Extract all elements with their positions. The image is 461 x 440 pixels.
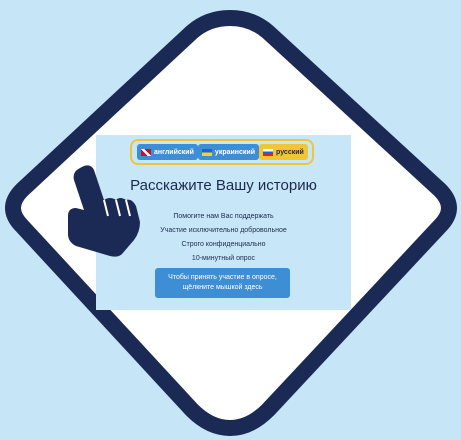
cta-line-2: щёлкните мышкой здесь: [182, 284, 263, 291]
ukraine-flag-icon: [201, 148, 212, 156]
language-selector: английский украинский русский: [130, 139, 314, 165]
cta-line-1: Чтобы принять участие в опросе,: [168, 274, 277, 281]
language-button-ukrainian[interactable]: украинский: [197, 144, 260, 160]
language-label: английский: [154, 148, 194, 156]
uk-flag-icon: [141, 148, 151, 156]
language-label: русский: [276, 148, 304, 156]
russia-flag-icon: [263, 148, 274, 156]
language-button-russian[interactable]: русский: [259, 144, 308, 160]
take-survey-button[interactable]: Чтобы принять участие в опросе, щёлкните…: [155, 268, 290, 298]
language-label: украинский: [214, 148, 256, 156]
pointing-hand-icon: [68, 165, 140, 257]
language-button-english[interactable]: английский: [137, 144, 198, 160]
